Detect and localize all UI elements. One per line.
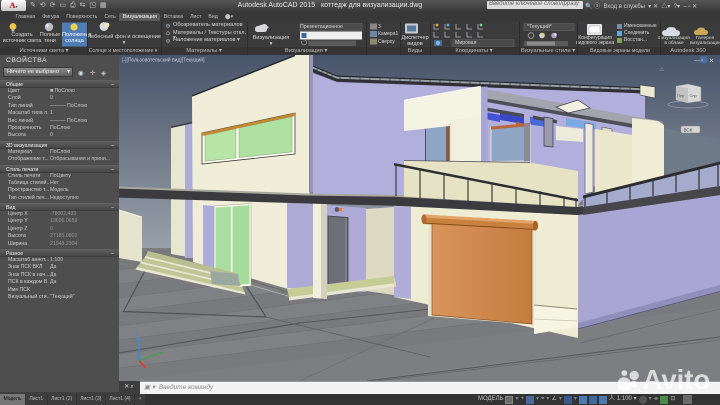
svg-text:Спр: Спр bbox=[690, 93, 698, 98]
svg-text:▫: ▫ bbox=[701, 58, 703, 64]
svg-text:Пер: Пер bbox=[677, 93, 685, 98]
svg-text:✕: ✕ bbox=[709, 59, 714, 65]
svg-text:[-][Пользовательский вид][Теку: [-][Пользовательский вид][Текущий] bbox=[122, 57, 205, 64]
svg-text:—: — bbox=[694, 58, 700, 64]
svg-text:⌂: ⌂ bbox=[660, 67, 664, 73]
svg-text:ВСК: ВСК bbox=[684, 128, 693, 133]
